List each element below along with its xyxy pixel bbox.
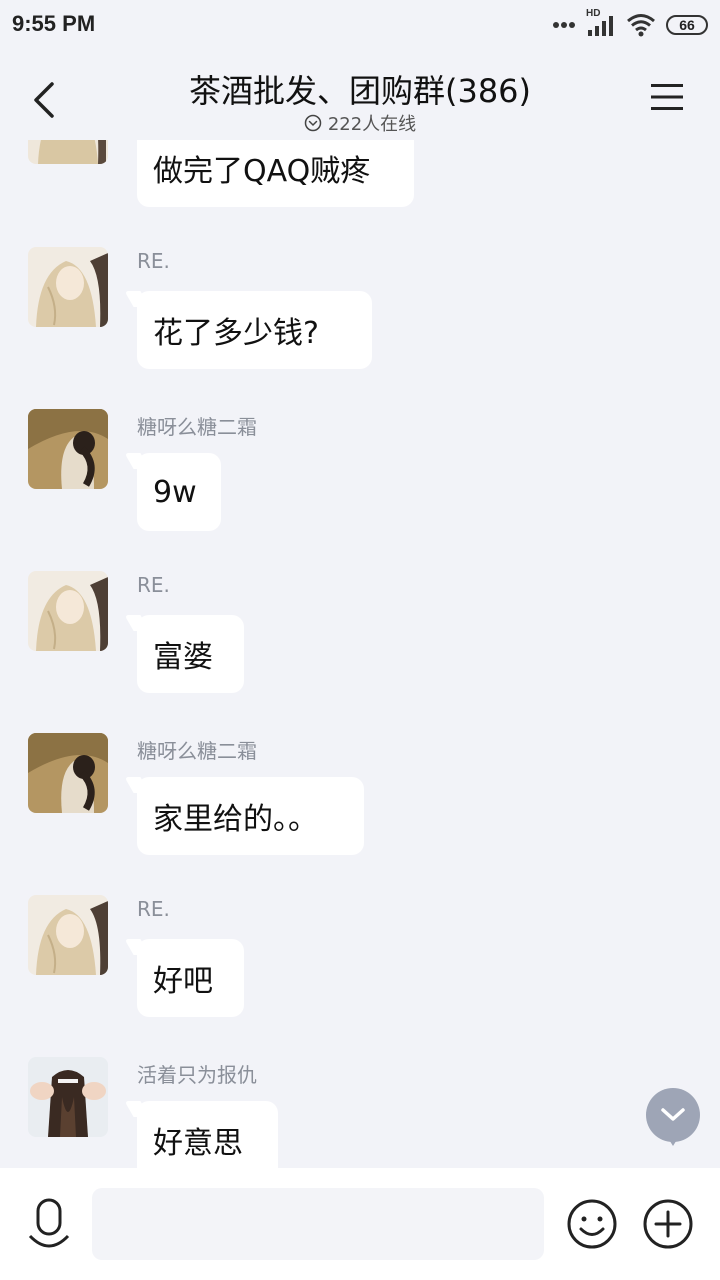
message-input[interactable] (92, 1188, 544, 1260)
emoji-icon[interactable] (566, 1198, 618, 1250)
online-count-label: 222人在线 (327, 114, 417, 135)
message-text: 做完了QAQ贼疼 (153, 154, 371, 189)
message-bubble[interactable]: 好意思 (137, 1101, 278, 1168)
group-title[interactable]: 茶酒批发、团购群(386) (0, 66, 720, 112)
menu-icon[interactable] (650, 82, 684, 112)
battery-level: 66 (679, 17, 695, 33)
message-bubble[interactable]: 9w (137, 453, 221, 531)
sender-name: RE. (137, 249, 170, 273)
avatar[interactable] (28, 895, 108, 975)
avatar[interactable] (28, 247, 108, 327)
message-bubble[interactable]: 好吧 (137, 939, 244, 1017)
more-dots-icon (553, 22, 575, 28)
status-icons: HD 66 (552, 8, 708, 38)
online-count[interactable]: 222人在线 (0, 110, 720, 136)
avatar[interactable] (28, 733, 108, 813)
sender-name: 活着只为报仇 (137, 1063, 257, 1087)
wifi-icon (627, 14, 655, 37)
message-list[interactable]: 做完了QAQ贼疼 RE. 花了多少钱? 糖呀么糖二霜 9w RE. 富婆 糖呀么… (0, 140, 720, 1168)
message-text: 家里给的。。 (153, 802, 318, 837)
status-time: 9:55 PM (12, 11, 96, 36)
plus-circle-icon[interactable] (642, 1198, 694, 1250)
sender-name: RE. (137, 573, 170, 597)
chevron-down-icon (661, 1108, 685, 1121)
avatar[interactable] (28, 571, 108, 651)
avatar[interactable] (28, 140, 108, 164)
message-bubble[interactable]: 家里给的。。 (137, 777, 364, 855)
message-bubble[interactable]: 富婆 (137, 615, 244, 693)
sender-name: 糖呀么糖二霜 (137, 415, 257, 439)
message-text: 富婆 (153, 640, 213, 675)
chevron-down-circle-icon (304, 114, 322, 132)
message-bubble[interactable]: 做完了QAQ贼疼 (137, 140, 414, 207)
sender-name: 糖呀么糖二霜 (137, 739, 257, 763)
status-bar: 9:55 PM HD 66 (0, 0, 720, 50)
message-text: 好吧 (153, 964, 213, 999)
message-text: 9w (153, 474, 197, 510)
battery-icon: 66 (666, 15, 708, 35)
scroll-to-bottom-button[interactable] (646, 1088, 700, 1146)
message-text: 花了多少钱? (153, 316, 319, 351)
avatar[interactable] (28, 1057, 108, 1137)
avatar[interactable] (28, 409, 108, 489)
chat-header: 茶酒批发、团购群(386) 222人在线 (0, 50, 720, 140)
microphone-icon[interactable] (26, 1196, 72, 1252)
message-text: 好意思 (153, 1126, 243, 1161)
signal-icon: HD (586, 8, 616, 38)
sender-name: RE. (137, 897, 170, 921)
message-bubble[interactable]: 花了多少钱? (137, 291, 372, 369)
input-bar (0, 1168, 720, 1280)
